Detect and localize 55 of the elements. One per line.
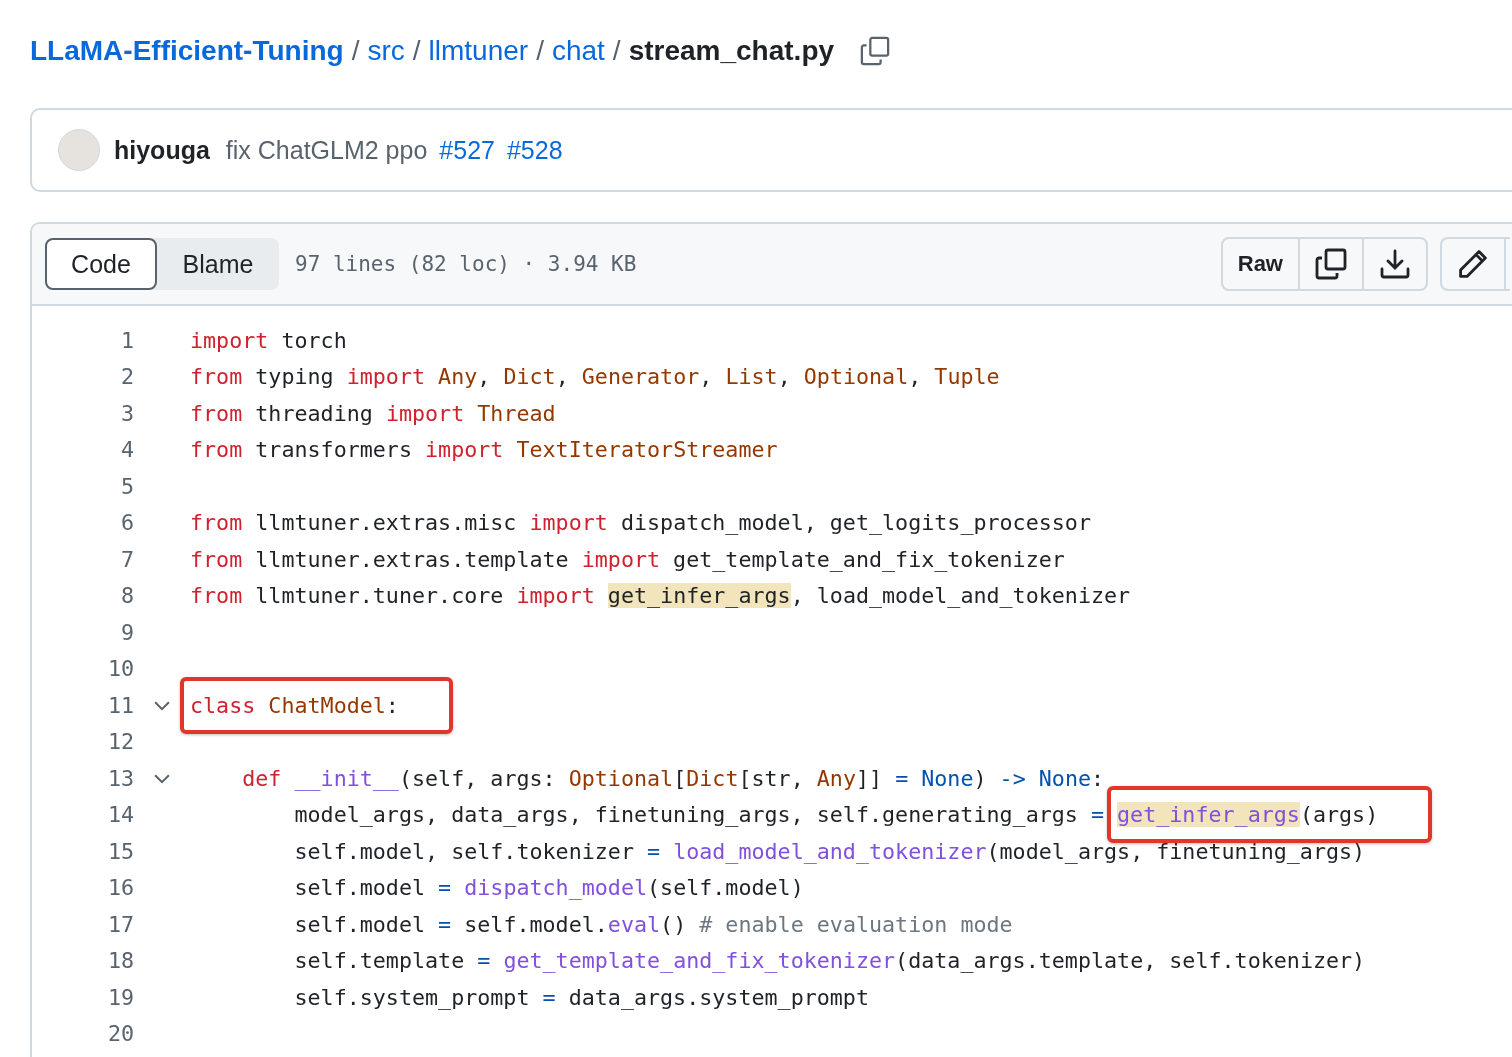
view-tab[interactable]: Code bbox=[45, 238, 157, 290]
copy-icon[interactable] bbox=[860, 36, 891, 66]
file-info: 97 lines (82 loc) · 3.94 KB bbox=[295, 252, 637, 276]
line-number: 17 bbox=[106, 911, 134, 937]
line-number: 7 bbox=[119, 546, 134, 572]
line-number: 9 bbox=[119, 619, 134, 645]
line-number: 10 bbox=[106, 656, 134, 682]
file-name: stream_chat.py bbox=[628, 35, 835, 67]
code-text: from typing import Any, Dict, Generator, List, Optional, Tuple bbox=[190, 364, 1000, 390]
line-number: 1 bbox=[119, 327, 134, 353]
issue-link[interactable]: #528 bbox=[506, 135, 563, 165]
line-number: 12 bbox=[106, 729, 134, 755]
code-text: from threading import Thread bbox=[190, 400, 556, 426]
code-text: model_args, data_args, finetuning_args, self.generating_args = bbox=[293, 802, 1105, 828]
breadcrumb-link[interactable]: src bbox=[367, 35, 405, 67]
line-number: 5 bbox=[119, 473, 134, 499]
line-number: 14 bbox=[106, 802, 134, 828]
line-number: 15 bbox=[106, 838, 134, 864]
code-text: def __init__(self, args: Optional[Dict[str, Any]] = None) -> None: bbox=[241, 765, 1105, 791]
line-number: 6 bbox=[119, 510, 134, 536]
commit-author[interactable]: hiyouga bbox=[114, 135, 210, 165]
line-number: 11 bbox=[106, 692, 134, 718]
breadcrumb-link[interactable]: llmtuner bbox=[428, 35, 529, 67]
code-text: from llmtuner.extras.template import get_template_and_fix_tokenizer bbox=[190, 546, 1065, 572]
breadcrumb-link[interactable]: chat bbox=[551, 35, 605, 67]
code-text: self.system_prompt = data_args.system_prompt bbox=[293, 984, 869, 1010]
line-number: 2 bbox=[119, 364, 134, 390]
download-icon bbox=[1379, 248, 1411, 280]
line-number: 18 bbox=[106, 948, 134, 974]
code-text: self.template = get_template_and_fix_tokenizer(data_args.template, self.tokenizer) bbox=[293, 948, 1366, 974]
copy-icon bbox=[1315, 248, 1347, 280]
path-separator: / bbox=[612, 35, 621, 67]
annotation-box: class ChatModel: bbox=[180, 676, 453, 734]
commit-message[interactable]: fix ChatGLM2 ppo bbox=[225, 135, 428, 165]
line-number: 19 bbox=[106, 984, 134, 1010]
code-text: from transformers import TextIteratorStreamer bbox=[190, 437, 778, 463]
line-number: 4 bbox=[119, 437, 134, 463]
breadcrumb-link[interactable]: LLaMA-Efficient-Tuning bbox=[30, 35, 344, 67]
issue-link[interactable]: #527 bbox=[439, 135, 495, 165]
path-separator: / bbox=[351, 35, 360, 67]
code-text: from llmtuner.extras.misc import dispatch_model, get_logits_processor bbox=[190, 510, 1091, 536]
code-text: self.model = dispatch_model(self.model) bbox=[293, 875, 804, 901]
annotation-box: get_infer_args(args) bbox=[1107, 786, 1433, 844]
view-tab[interactable]: Blame bbox=[157, 238, 279, 290]
line-number: 3 bbox=[119, 400, 134, 426]
code-text: self.model = self.model.eval() # enable evaluation mode bbox=[293, 911, 1013, 937]
path-separator: / bbox=[536, 35, 544, 67]
line-number: 16 bbox=[106, 875, 134, 901]
line-number: 20 bbox=[106, 1021, 134, 1047]
code-text: import torch bbox=[190, 327, 347, 353]
code-text: from llmtuner.tuner.core import get_infer_args, load_model_and_tokenizer bbox=[190, 583, 1131, 609]
line-number: 13 bbox=[106, 765, 134, 791]
pencil-icon bbox=[1457, 248, 1489, 280]
line-number: 8 bbox=[119, 583, 134, 609]
path-separator: / bbox=[412, 35, 421, 67]
